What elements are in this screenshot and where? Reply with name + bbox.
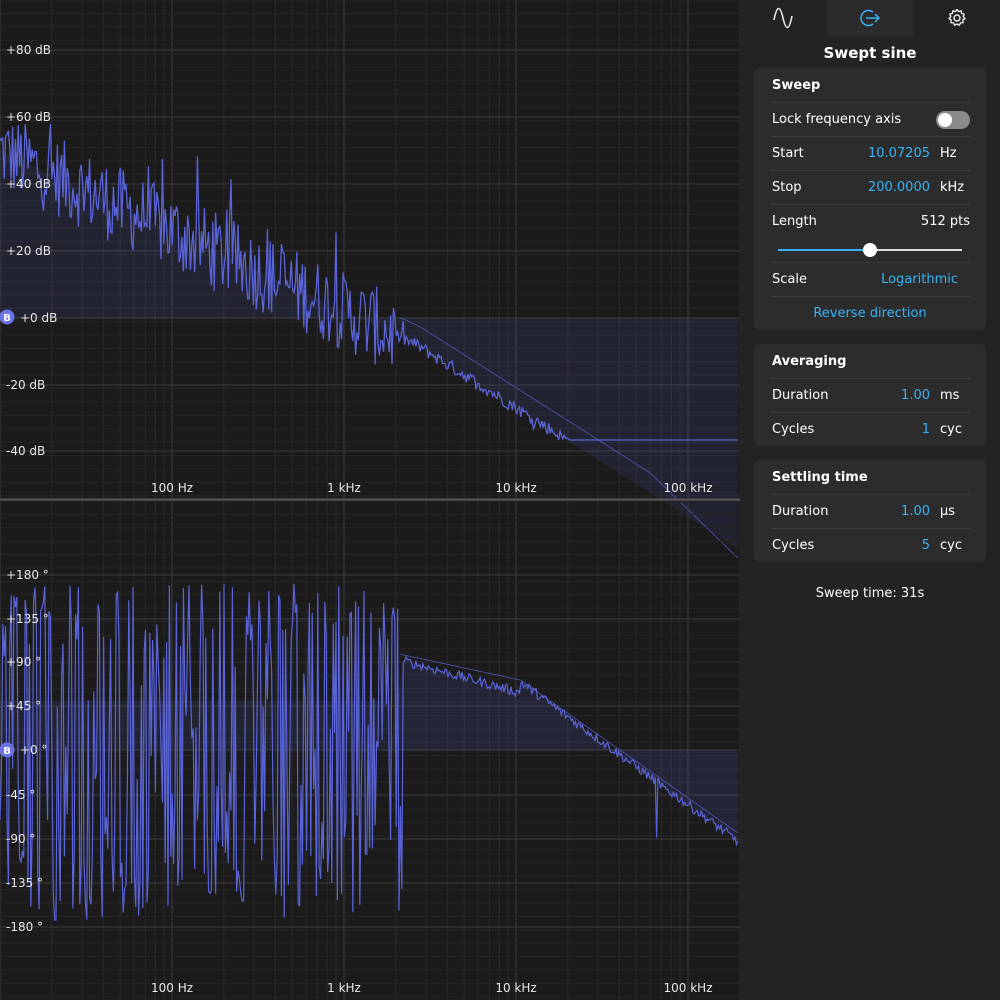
averaging-duration-row: Duration 1.00 ms: [770, 378, 970, 412]
averaging-card: Averaging Duration 1.00 ms Cycles 1 cyc: [754, 344, 986, 446]
magnitude-x-tick-label: 1 kHz: [327, 481, 361, 495]
length-label: Length: [772, 214, 817, 229]
settling-heading: Settling time: [772, 470, 868, 485]
averaging-cycles-label: Cycles: [772, 422, 815, 437]
settling-cycles-row: Cycles 5 cyc: [770, 528, 970, 562]
magnitude-y-tick-label: +60 dB: [6, 110, 51, 124]
stop-label: Stop: [772, 180, 802, 195]
magnitude-x-tick-label: 10 kHz: [495, 481, 536, 495]
bode-plot-svg[interactable]: +80 dB +60 dB +40 dB +20 dB +0 dB -20 dB -40 d…: [0, 0, 740, 1000]
output-arrow-icon: [860, 9, 881, 27]
phase-y-tick-label: +90 °: [6, 655, 41, 669]
phase-x-tick-label: 10 kHz: [495, 981, 536, 995]
phase-y-tick-label: -45 °: [6, 788, 35, 802]
sweep-heading: Sweep: [772, 78, 821, 93]
phase-x-tick-label: 1 kHz: [327, 981, 361, 995]
lock-frequency-toggle[interactable]: [936, 110, 970, 129]
settling-duration-row: Duration 1.00 µs: [770, 494, 970, 528]
phase-y-tick-label: +180 °: [6, 568, 49, 582]
magnitude-x-tick-label: 100 Hz: [151, 481, 193, 495]
magnitude-y-tick-label: +80 dB: [6, 43, 51, 57]
slider-fill: [778, 249, 870, 251]
phase-marker-label: B: [3, 746, 11, 757]
scale-row: Scale Logarithmic: [770, 262, 970, 296]
phase-y-tick-label: +0 °: [20, 743, 48, 757]
magnitude-y-tick-label: +40 dB: [6, 177, 51, 191]
phase-y-tick-label: +135 °: [6, 612, 49, 626]
averaging-duration-input[interactable]: 1.00: [901, 388, 930, 403]
averaging-cycles-row: Cycles 1 cyc: [770, 412, 970, 446]
settling-cycles-input[interactable]: 5: [922, 538, 930, 553]
toggle-knob: [938, 112, 952, 127]
bode-plot-area[interactable]: +80 dB +60 dB +40 dB +20 dB +0 dB -20 dB -40 d…: [0, 0, 740, 1000]
settling-card: Settling time Duration 1.00 µs Cycles 5 …: [754, 460, 986, 562]
magnitude-fill-area: [0, 150, 738, 549]
length-row: Length 512 pts: [770, 204, 970, 238]
start-row: Start 10.07205 Hz: [770, 136, 970, 170]
sweep-card: Sweep Lock frequency axis Start 10.07205…: [754, 68, 986, 330]
phase-y-tick-label: -90 °: [6, 832, 35, 846]
stop-input[interactable]: 200.0000: [868, 180, 930, 195]
reverse-direction-button[interactable]: Reverse direction: [770, 296, 970, 330]
magnitude-y-tick-label: -20 dB: [6, 378, 45, 392]
scale-select[interactable]: Logarithmic: [881, 272, 970, 287]
phase-y-tick-label: -135 °: [6, 876, 43, 890]
settling-cycles-label: Cycles: [772, 538, 815, 553]
averaging-cycles-input[interactable]: 1: [922, 422, 930, 437]
length-value: 512 pts: [920, 214, 970, 229]
averaging-duration-unit: ms: [940, 388, 960, 403]
tab-output[interactable]: [826, 0, 914, 36]
phase-x-tick-label: 100 Hz: [151, 981, 193, 995]
lock-frequency-row: Lock frequency axis: [770, 102, 970, 136]
tab-bar: [740, 0, 1000, 36]
slider-thumb[interactable]: [863, 243, 877, 257]
stop-row: Stop 200.0000 kHz: [770, 170, 970, 204]
settings-sidebar: Swept sine Sweep Lock frequency axis Sta…: [740, 0, 1000, 1000]
start-label: Start: [772, 146, 804, 161]
tab-sine[interactable]: [740, 0, 827, 36]
magnitude-y-tick-label: +0 dB: [20, 311, 57, 325]
panel-title: Swept sine: [823, 44, 917, 62]
sweep-time: Sweep time: 31s: [815, 586, 925, 601]
averaging-duration-label: Duration: [772, 388, 829, 403]
magnitude-x-tick-label: 100 kHz: [664, 481, 713, 495]
magnitude-y-tick-label: +20 dB: [6, 244, 51, 258]
settling-cycles-unit: cyc: [940, 538, 962, 553]
stop-unit: kHz: [940, 180, 965, 195]
phase-x-tick-label: 100 kHz: [664, 981, 713, 995]
length-slider[interactable]: [770, 238, 970, 262]
settling-duration-input[interactable]: 1.00: [901, 504, 930, 519]
phase-fill-area: [390, 656, 738, 845]
phase-fill-area-low: [0, 701, 390, 750]
settling-duration-unit: µs: [940, 504, 956, 519]
gear-icon: [947, 8, 966, 26]
averaging-heading: Averaging: [772, 354, 847, 369]
magnitude-marker-label: B: [3, 313, 11, 324]
scale-label: Scale: [772, 272, 807, 287]
start-unit: Hz: [940, 146, 957, 161]
tab-settings[interactable]: [913, 0, 1000, 36]
lock-frequency-label: Lock frequency axis: [772, 112, 902, 127]
settling-duration-label: Duration: [772, 504, 829, 519]
phase-y-tick-label: -180 °: [6, 920, 43, 934]
sine-wave-icon: [773, 7, 794, 29]
magnitude-y-tick-label: -40 dB: [6, 444, 45, 458]
phase-y-tick-label: +45 °: [6, 699, 41, 713]
averaging-cycles-unit: cyc: [940, 422, 962, 437]
start-input[interactable]: 10.07205: [868, 146, 930, 161]
